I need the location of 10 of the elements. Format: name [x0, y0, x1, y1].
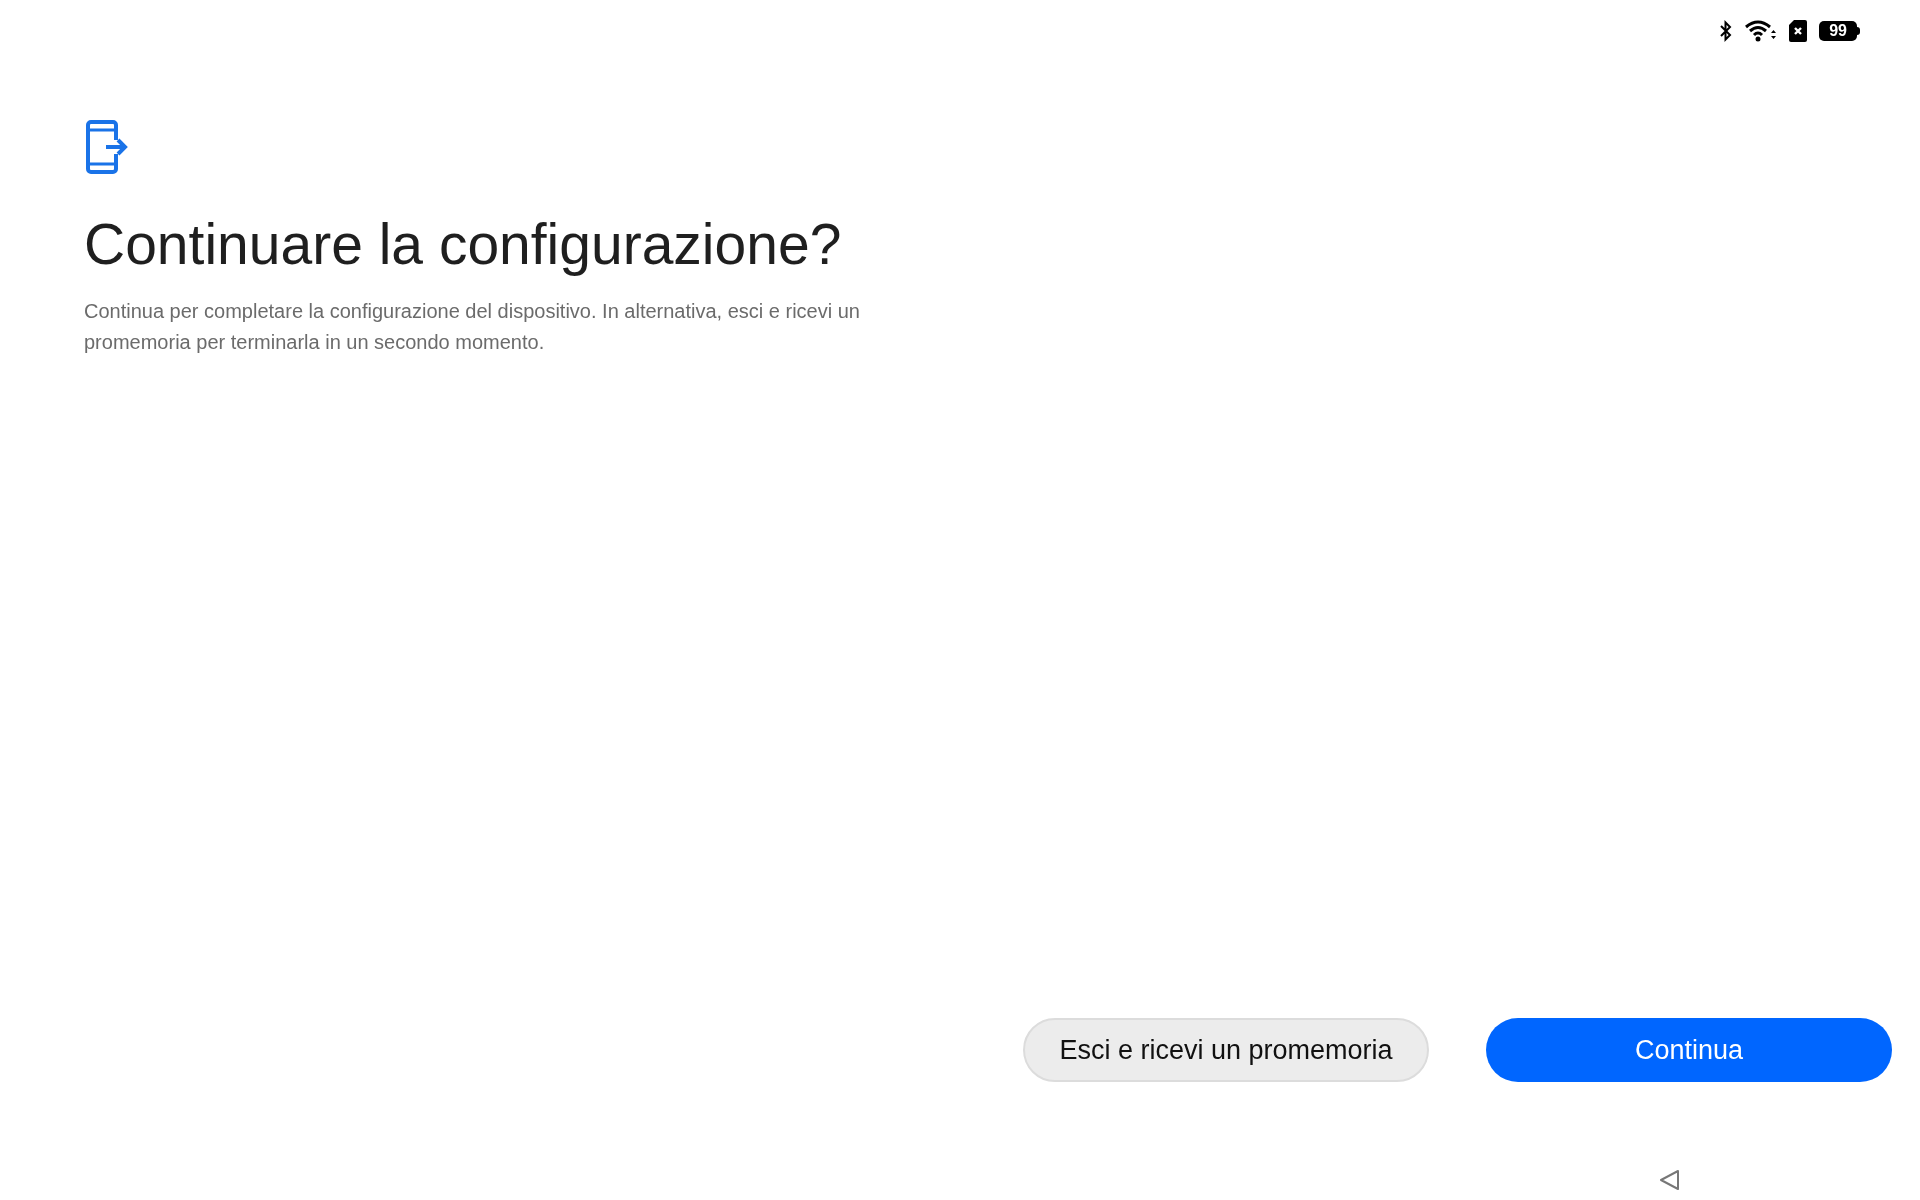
battery-indicator: 99 [1819, 21, 1860, 41]
secondary-button[interactable]: Esci e ricevi un promemoria [1023, 1018, 1429, 1082]
phone-exit-icon [84, 120, 128, 174]
bluetooth-icon [1719, 20, 1734, 42]
description-text: Continua per completare la configurazione del dispositivo. In alternativa, esci e ricevi un promemoria per terminarla in un secondo momento. [84, 299, 861, 355]
primary-button[interactable]: Continua [1486, 1018, 1892, 1082]
back-icon[interactable] [1658, 1168, 1682, 1192]
wifi-icon [1745, 19, 1778, 43]
page-title: Continuare la configurazione? [84, 211, 843, 278]
sim-card-icon [1789, 20, 1808, 42]
